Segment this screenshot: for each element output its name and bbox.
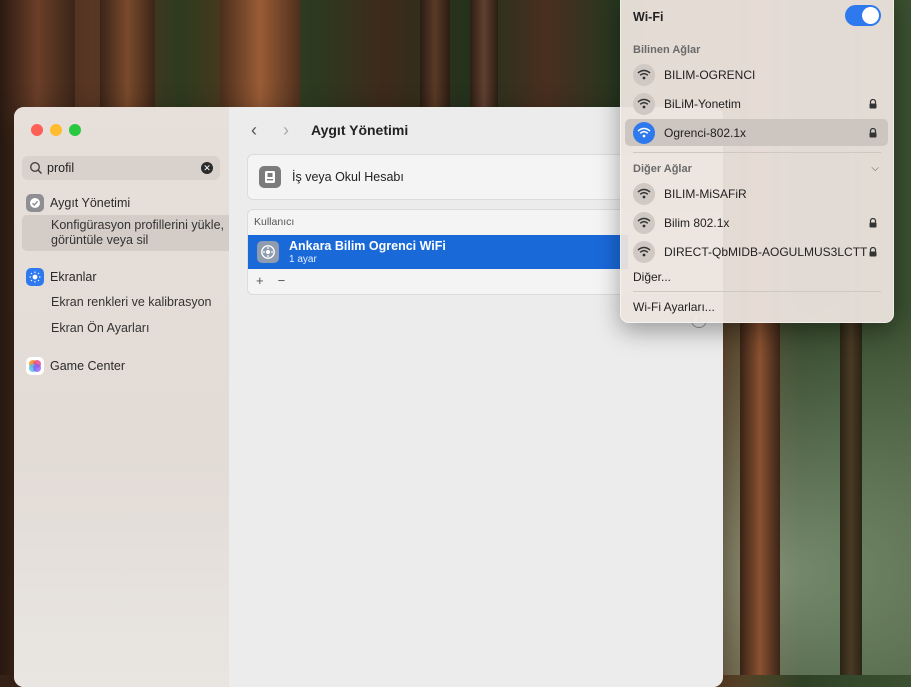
add-profile-button[interactable]: + [256, 273, 274, 288]
network-name: Ogrenci-802.1x [664, 125, 747, 140]
profile-name: Ankara Bilim Ogrenci WiFi [289, 239, 446, 253]
sidebar-item-label: Aygıt Yönetimi [50, 196, 131, 210]
sidebar-item-label: Ekranlar [50, 270, 97, 284]
sidebar-item-label: Game Center [50, 359, 126, 373]
back-button[interactable]: ‹ [243, 120, 265, 141]
lock-icon [869, 217, 877, 227]
remove-profile-button[interactable]: − [278, 273, 296, 288]
wifi-network-item-connected[interactable]: Ogrenci-802.1x [625, 119, 888, 146]
divider [633, 291, 881, 292]
sidebar-item-device-management[interactable]: Aygıt Yönetimi [26, 194, 130, 212]
minimize-button[interactable] [50, 124, 62, 136]
page-title: Aygıt Yönetimi [311, 122, 409, 138]
wifi-network-item[interactable]: BILIM-OGRENCI [625, 61, 888, 88]
wifi-icon [633, 121, 655, 144]
account-label: İş veya Okul Hesabı [292, 170, 404, 184]
wifi-title: Wi-Fi [633, 10, 664, 24]
divider [633, 152, 881, 153]
wifi-settings-link[interactable]: Wi-Fi Ayarları... [633, 300, 715, 314]
search-input[interactable] [47, 161, 187, 175]
list-controls: + − [256, 273, 296, 288]
sidebar-subitem-profiles[interactable]: Konfigürasyon profillerini yükle, görünt… [22, 215, 240, 251]
wifi-menu: Wi-Fi Bilinen Ağlar BILIM-OGRENCI BiLiM-… [620, 0, 894, 323]
badge-icon [259, 166, 281, 188]
display-icon [26, 268, 44, 286]
profile-subtitle: 1 ayar [289, 254, 317, 265]
network-name: Bilim 802.1x [664, 215, 730, 230]
sidebar-subitem-label: Konfigürasyon profillerini yükle, görünt… [51, 218, 225, 247]
list-header: Kullanıcı [254, 216, 295, 228]
sidebar-subitem-label: Ekran renkleri ve kalibrasyon [51, 295, 212, 309]
profile-text: Ankara Bilim Ogrenci WiFi 1 ayar [289, 239, 446, 265]
search-field[interactable]: ✕ [22, 156, 220, 180]
close-button[interactable] [31, 124, 43, 136]
wifi-network-item[interactable]: BILIM-MiSAFiR [625, 180, 888, 207]
wifi-icon [633, 63, 655, 86]
sidebar-item-game-center[interactable]: Game Center [26, 357, 125, 375]
forward-button[interactable]: › [275, 120, 297, 141]
window-controls [31, 124, 81, 136]
known-networks-label: Bilinen Ağlar [633, 44, 701, 56]
lock-icon [869, 98, 877, 108]
network-name: BILIM-MiSAFiR [664, 186, 747, 201]
settings-window: ✕ Aygıt Yönetimi Konfigürasyon profiller… [14, 107, 723, 687]
sidebar-subitem-display-colors[interactable]: Ekran renkleri ve kalibrasyon [51, 295, 212, 310]
lock-icon [869, 246, 877, 256]
wifi-icon [633, 92, 655, 115]
wifi-icon [633, 182, 655, 205]
gear-check-icon [26, 194, 44, 212]
wifi-icon [633, 240, 655, 263]
wifi-network-item[interactable]: DIRECT-QbMIDB-AOGULMUS3LCTT [625, 238, 888, 265]
sidebar-subitem-label: Ekran Ön Ayarları [51, 321, 150, 335]
toggle-knob [862, 7, 879, 24]
zoom-button[interactable] [69, 124, 81, 136]
game-center-icon [26, 357, 44, 375]
sidebar: ✕ Aygıt Yönetimi Konfigürasyon profiller… [14, 107, 240, 687]
wifi-icon [633, 211, 655, 234]
search-icon [29, 161, 43, 175]
network-name: BiLiM-Yonetim [664, 96, 741, 111]
wifi-network-item[interactable]: BiLiM-Yonetim [625, 90, 888, 117]
chevron-down-icon[interactable]: ⌵ [871, 163, 879, 174]
profile-row[interactable]: Ankara Bilim Ogrenci WiFi 1 ayar [248, 235, 628, 269]
wifi-toggle[interactable] [845, 5, 881, 26]
sidebar-subitem-display-presets[interactable]: Ekran Ön Ayarları [51, 321, 149, 336]
lock-icon [869, 127, 877, 137]
network-name: BILIM-OGRENCI [664, 67, 756, 82]
other-networks-label: Diğer Ağlar [633, 163, 692, 175]
clear-search-icon[interactable]: ✕ [201, 162, 213, 174]
network-name: DIRECT-QbMIDB-AOGULMUS3LCTT [664, 244, 868, 259]
settings-gear-icon [257, 241, 279, 263]
wifi-network-item[interactable]: Bilim 802.1x [625, 209, 888, 236]
sidebar-item-displays[interactable]: Ekranlar [26, 268, 97, 286]
other-networks-link[interactable]: Diğer... [633, 270, 671, 284]
